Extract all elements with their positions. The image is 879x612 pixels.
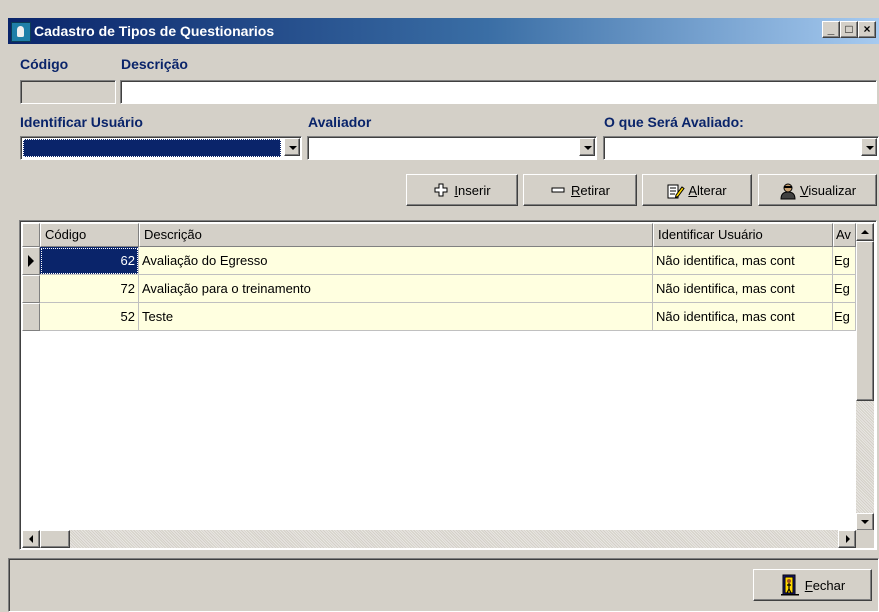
chevron-down-icon[interactable] xyxy=(284,138,300,156)
cell-descricao[interactable]: Avaliação para o treinamento xyxy=(139,275,653,303)
o-que-sera-avaliado-select[interactable] xyxy=(603,136,879,160)
questionnaire-types-grid[interactable]: Código Descrição Identificar Usuário Av … xyxy=(19,220,877,550)
minus-icon xyxy=(550,182,566,198)
visualizar-label: Visualizar xyxy=(799,182,857,198)
column-header-identificar-usuario[interactable]: Identificar Usuário xyxy=(653,223,833,247)
scroll-up-arrow-icon[interactable] xyxy=(856,223,874,241)
scrollbar-corner xyxy=(856,530,874,548)
identificar-usuario-selected-value xyxy=(23,139,281,157)
column-header-codigo[interactable]: Código xyxy=(40,223,139,247)
current-row-arrow-icon xyxy=(28,255,34,267)
cell-identificar-usuario[interactable]: Não identifica, mas cont xyxy=(653,275,833,303)
table-row[interactable]: 62 Avaliação do Egresso Não identifica, … xyxy=(22,247,856,275)
bottom-panel: Fechar xyxy=(8,558,879,612)
identificar-usuario-label: Identificar Usuário xyxy=(20,114,143,130)
scroll-down-arrow-icon[interactable] xyxy=(856,513,874,531)
cell-identificar-usuario[interactable]: Não identifica, mas cont xyxy=(653,303,833,331)
horizontal-scroll-thumb[interactable] xyxy=(40,530,70,548)
grid-corner-header xyxy=(22,223,40,247)
avaliador-label: Avaliador xyxy=(308,114,372,130)
minimize-icon: _ xyxy=(827,22,835,36)
visualizar-button[interactable]: Visualizar xyxy=(758,174,877,206)
avaliador-select[interactable] xyxy=(307,136,597,160)
retirar-button[interactable]: Retirar xyxy=(523,174,637,206)
cell-identificar-usuario[interactable]: Não identifica, mas cont xyxy=(653,247,833,275)
window-title: Cadastro de Tipos de Questionarios xyxy=(34,23,275,39)
chevron-down-icon[interactable] xyxy=(579,138,595,156)
alterar-label: Alterar xyxy=(688,182,727,198)
cell-codigo[interactable]: 72 xyxy=(40,275,139,303)
row-indicator[interactable] xyxy=(22,247,40,275)
fechar-label: Fechar xyxy=(804,577,846,593)
horizontal-scrollbar[interactable] xyxy=(22,530,856,548)
maximize-button[interactable]: □ xyxy=(840,21,858,38)
main-window: Cadastro de Tipos de Questionarios _ □ ×… xyxy=(0,0,879,612)
table-row[interactable]: 72 Avaliação para o treinamento Não iden… xyxy=(22,275,856,303)
edit-document-icon xyxy=(667,182,686,199)
retirar-label: Retirar xyxy=(570,182,610,198)
cell-avaliador[interactable]: Eg xyxy=(833,275,856,303)
table-row[interactable]: 52 Teste Não identifica, mas cont Eg xyxy=(22,303,856,331)
exit-door-icon xyxy=(780,574,800,596)
cell-avaliador[interactable]: Eg xyxy=(833,247,856,275)
scroll-left-arrow-icon[interactable] xyxy=(22,530,40,548)
o-que-sera-avaliado-label: O que Será Avaliado: xyxy=(604,114,744,130)
vertical-scrollbar[interactable] xyxy=(856,223,874,531)
app-icon xyxy=(11,22,31,42)
alterar-button[interactable]: Alterar xyxy=(642,174,752,206)
maximize-icon: □ xyxy=(845,22,853,36)
descricao-label: Descrição xyxy=(121,56,188,72)
row-indicator[interactable] xyxy=(22,275,40,303)
scroll-right-arrow-icon[interactable] xyxy=(838,530,856,548)
view-person-icon xyxy=(779,182,796,200)
close-button[interactable]: × xyxy=(858,21,876,38)
chevron-down-icon[interactable] xyxy=(861,138,877,156)
plus-icon xyxy=(433,182,449,198)
fechar-button[interactable]: Fechar xyxy=(753,569,872,601)
descricao-field[interactable] xyxy=(120,80,877,104)
vertical-scroll-thumb[interactable] xyxy=(856,241,874,401)
inserir-label: Inserir xyxy=(454,182,491,198)
codigo-label: Código xyxy=(20,56,69,72)
cell-codigo[interactable]: 62 xyxy=(40,247,139,275)
minimize-button[interactable]: _ xyxy=(822,21,840,38)
cell-avaliador[interactable]: Eg xyxy=(833,303,856,331)
title-bar[interactable]: Cadastro de Tipos de Questionarios _ □ × xyxy=(8,18,879,44)
identificar-usuario-select[interactable] xyxy=(20,136,302,160)
row-indicator[interactable] xyxy=(22,303,40,331)
cell-descricao[interactable]: Avaliação do Egresso xyxy=(139,247,653,275)
inserir-button[interactable]: Inserir xyxy=(406,174,518,206)
cell-codigo[interactable]: 52 xyxy=(40,303,139,331)
codigo-field[interactable] xyxy=(20,80,116,104)
column-header-avaliador[interactable]: Av xyxy=(833,223,856,247)
cell-descricao[interactable]: Teste xyxy=(139,303,653,331)
close-icon: × xyxy=(863,22,871,36)
column-header-descricao[interactable]: Descrição xyxy=(139,223,653,247)
